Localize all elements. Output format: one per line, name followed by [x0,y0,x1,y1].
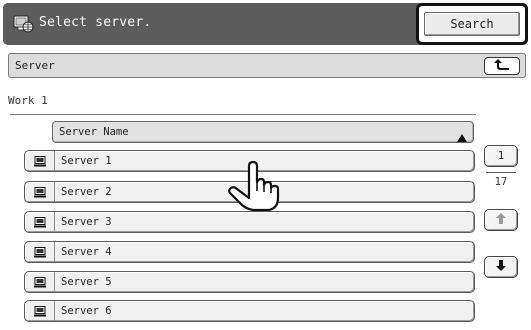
server-path-bar: Server [8,53,526,78]
search-button[interactable]: Search [424,12,520,36]
work-label: Work 1 [8,94,48,107]
arrow-down-icon [496,260,506,274]
list-item[interactable]: Server 5 [24,271,475,293]
list-item[interactable]: Server 6 [24,300,475,322]
list-item[interactable]: Server 4 [24,241,475,263]
divider [10,114,476,115]
sort-ascending-icon [457,128,467,142]
up-folder-button[interactable] [484,57,520,75]
server-name: Server 1 [61,155,112,167]
scroll-down-button[interactable] [484,256,518,278]
search-button-frame: Search [416,3,528,45]
page-separator [486,172,516,173]
server-name: Server 3 [61,216,112,228]
path-label: Server [15,59,55,72]
server-name: Server 4 [61,246,112,258]
arrow-up-icon [496,213,506,227]
computer-icon [25,301,55,321]
computer-icon [25,212,55,232]
page-number-button[interactable]: 1 [484,145,518,167]
hand-pointer-icon [227,160,285,216]
server-name: Server 2 [61,186,112,198]
up-folder-arrow-icon [493,57,511,76]
computer-icon [25,182,55,202]
page-total: 17 [494,176,508,188]
column-header-server-name[interactable]: Server Name [52,121,474,143]
server-globe-icon [11,13,35,35]
computer-icon [25,272,55,292]
computer-icon [25,151,55,171]
computer-icon [25,242,55,262]
server-name: Server 5 [61,276,112,288]
server-name: Server 6 [61,305,112,317]
scroll-up-button[interactable] [484,209,518,231]
page-title: Select server. [39,15,152,30]
column-header-label: Server Name [59,126,129,138]
